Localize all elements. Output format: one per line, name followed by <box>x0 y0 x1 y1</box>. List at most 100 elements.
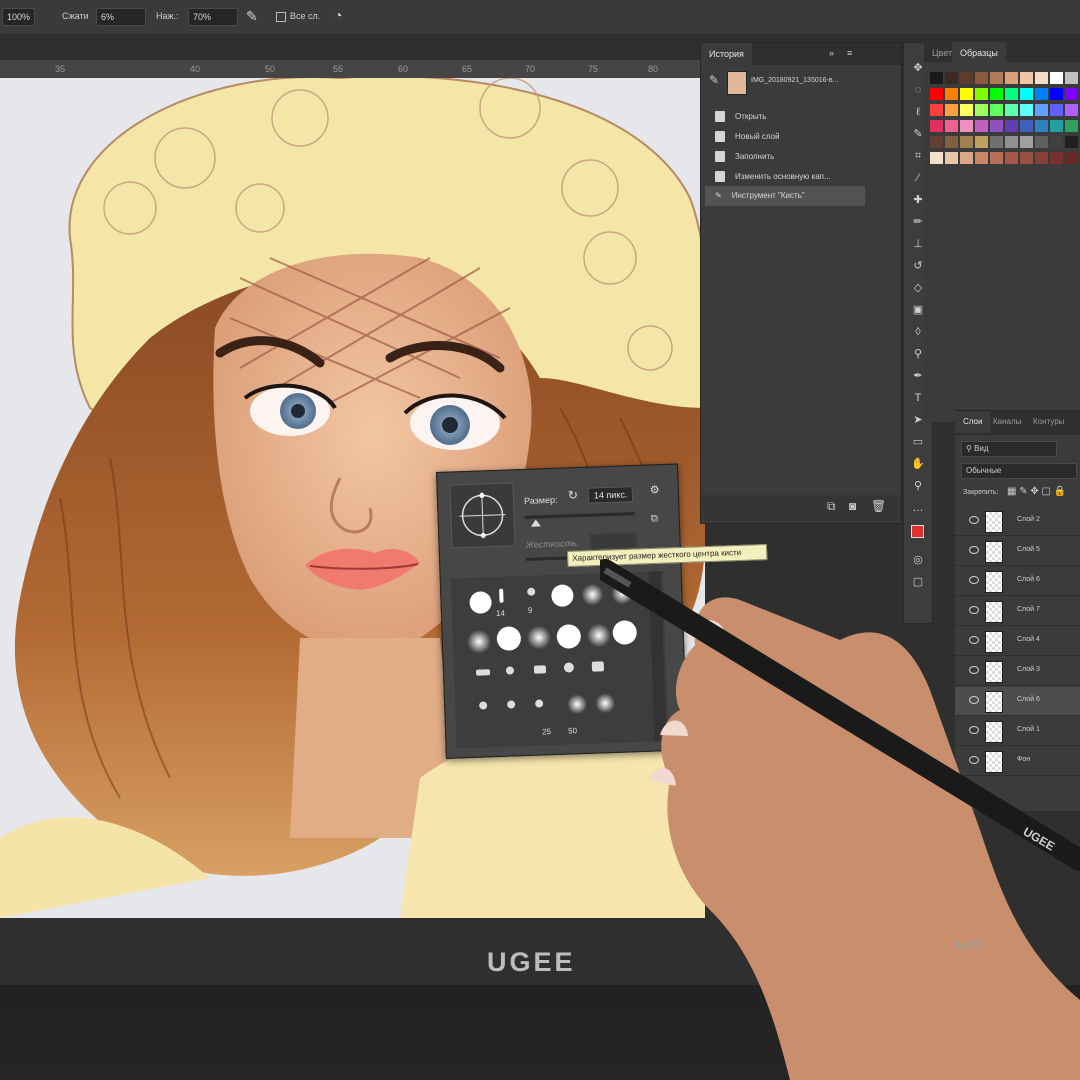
color-swatch[interactable] <box>930 152 943 164</box>
color-swatch[interactable] <box>990 88 1003 100</box>
color-swatch[interactable] <box>1020 136 1033 148</box>
brush-preset[interactable] <box>551 584 574 608</box>
color-swatch[interactable] <box>1020 72 1033 84</box>
color-swatch[interactable] <box>945 152 958 164</box>
gear-icon[interactable]: ⚙ <box>650 483 660 496</box>
lock-icons[interactable]: ▦ ✎ ✥ ▢ 🔒 <box>1007 486 1066 497</box>
color-swatch[interactable] <box>1065 88 1078 100</box>
tab-channels[interactable]: Каналы <box>985 411 1029 433</box>
color-swatch[interactable] <box>975 88 988 100</box>
color-swatch[interactable] <box>1005 120 1018 132</box>
sample-all-checkbox[interactable] <box>276 12 286 22</box>
color-swatch[interactable] <box>1035 136 1048 148</box>
brush-angle-preview[interactable] <box>449 482 516 549</box>
auto-button-label[interactable]: AUTO <box>954 940 985 952</box>
color-swatch[interactable] <box>990 136 1003 148</box>
size-field[interactable]: 14 пикс. <box>587 486 634 504</box>
color-swatch[interactable] <box>990 104 1003 116</box>
color-swatch[interactable] <box>1005 104 1018 116</box>
color-swatch[interactable] <box>1035 104 1048 116</box>
more-tools-icon[interactable]: … <box>910 501 926 515</box>
zoom-field[interactable]: 100% <box>2 8 36 26</box>
color-swatch[interactable] <box>960 120 973 132</box>
color-swatch[interactable] <box>1005 88 1018 100</box>
color-swatch[interactable] <box>1035 120 1048 132</box>
brush-preset[interactable] <box>496 626 522 651</box>
color-swatch[interactable] <box>975 136 988 148</box>
brush-preset[interactable] <box>563 662 575 673</box>
snapshot-thumbnail[interactable] <box>727 71 747 95</box>
color-swatch[interactable] <box>960 104 973 116</box>
color-swatch[interactable] <box>1020 152 1033 164</box>
color-swatch[interactable] <box>1065 120 1078 132</box>
hand-tool-icon[interactable]: ✋ <box>910 457 926 471</box>
color-swatch[interactable] <box>975 72 988 84</box>
color-swatch[interactable] <box>1020 88 1033 100</box>
history-item[interactable]: Заполнить <box>715 147 774 167</box>
panel-menu-icon[interactable]: ≡ <box>847 48 852 58</box>
rectangle-tool-icon[interactable]: ▭ <box>910 435 926 449</box>
airbrush-icon[interactable]: ✎ <box>246 8 258 25</box>
color-swatch[interactable] <box>1050 136 1063 148</box>
tab-history[interactable]: История <box>701 43 752 65</box>
color-swatch[interactable] <box>1065 72 1078 84</box>
brush-preset[interactable] <box>466 629 492 655</box>
color-swatch[interactable] <box>1050 104 1063 116</box>
color-swatch[interactable] <box>945 72 958 84</box>
color-swatch[interactable] <box>1050 120 1063 132</box>
color-swatch[interactable] <box>1005 152 1018 164</box>
flow-field[interactable]: 70% <box>188 8 238 26</box>
color-swatch[interactable] <box>1005 72 1018 84</box>
history-item[interactable]: Изменить основную кап... <box>715 167 831 187</box>
color-swatch[interactable] <box>990 72 1003 84</box>
visibility-eye-icon[interactable] <box>969 516 979 524</box>
new-document-icon[interactable]: ⧉ <box>827 499 836 514</box>
color-swatch[interactable] <box>975 120 988 132</box>
color-swatch[interactable] <box>1050 152 1063 164</box>
color-swatch[interactable] <box>1035 152 1048 164</box>
color-swatch[interactable] <box>930 104 943 116</box>
pressure-icon[interactable]: ◔ <box>334 7 342 23</box>
brush-preset[interactable] <box>527 587 536 596</box>
color-swatch[interactable] <box>945 104 958 116</box>
color-swatch[interactable] <box>1065 152 1078 164</box>
history-item[interactable]: Новый слой <box>715 127 780 147</box>
blend-mode-select[interactable]: Обычные <box>961 463 1077 479</box>
color-swatch[interactable] <box>945 88 958 100</box>
color-swatch[interactable] <box>1035 88 1048 100</box>
color-swatch[interactable] <box>960 136 973 148</box>
color-swatch[interactable] <box>990 152 1003 164</box>
color-swatch[interactable] <box>960 72 973 84</box>
color-swatch[interactable] <box>1020 120 1033 132</box>
size-slider[interactable] <box>524 512 635 519</box>
color-swatch[interactable] <box>945 120 958 132</box>
color-swatch[interactable] <box>930 72 943 84</box>
color-swatch[interactable] <box>1005 136 1018 148</box>
snapshot-label[interactable]: IMG_20180921_135016-в... <box>751 77 838 84</box>
color-swatch[interactable] <box>930 120 943 132</box>
brush-preset[interactable] <box>526 625 552 650</box>
color-swatch[interactable] <box>1065 136 1078 148</box>
brush-preset[interactable] <box>505 666 515 675</box>
color-swatch[interactable] <box>960 152 973 164</box>
color-swatch[interactable] <box>960 88 973 100</box>
collapse-icon[interactable]: » <box>829 48 834 58</box>
color-swatch[interactable] <box>1050 88 1063 100</box>
color-swatch[interactable] <box>1035 72 1048 84</box>
brush-preset[interactable] <box>469 591 492 614</box>
tab-paths[interactable]: Контуры <box>1025 411 1072 433</box>
layer-filter-select[interactable]: ⚲ Вид <box>961 441 1057 457</box>
opacity-field[interactable]: 6% <box>96 8 146 26</box>
new-preset-icon[interactable]: ⧉ <box>651 513 659 524</box>
color-swatch[interactable] <box>930 88 943 100</box>
color-swatch[interactable] <box>975 104 988 116</box>
color-swatch[interactable] <box>1050 72 1063 84</box>
color-swatch[interactable] <box>945 136 958 148</box>
brush-preset[interactable] <box>499 588 504 603</box>
history-item-selected[interactable]: ✎ Инструмент "Кисть" <box>705 186 865 206</box>
brush-preset[interactable] <box>507 700 516 709</box>
color-swatch[interactable] <box>990 120 1003 132</box>
brush-preset[interactable] <box>556 624 582 649</box>
color-swatch[interactable] <box>975 152 988 164</box>
brush-preset[interactable] <box>566 693 588 715</box>
